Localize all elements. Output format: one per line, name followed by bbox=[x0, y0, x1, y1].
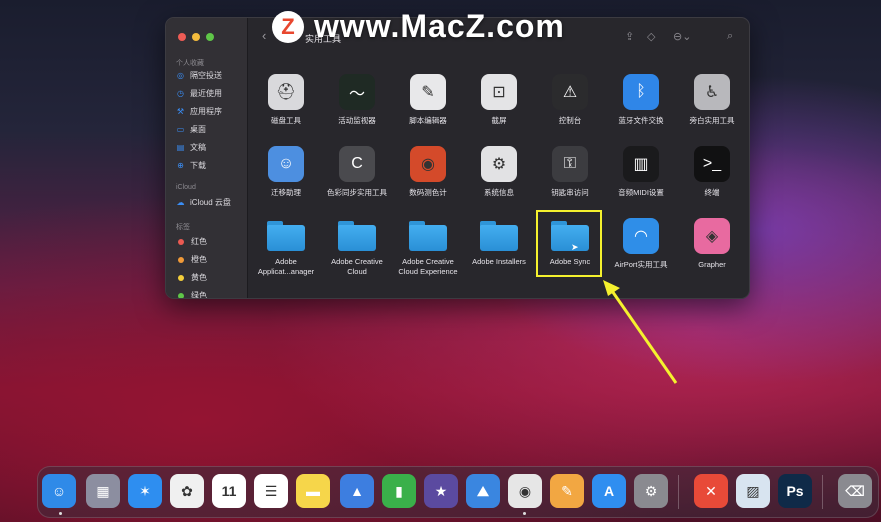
dock-pages-icon[interactable]: ✎ bbox=[550, 474, 584, 508]
annotation-arrow bbox=[603, 280, 678, 384]
dock-xmind-icon[interactable]: ✕ bbox=[694, 474, 728, 508]
dock-photoshop-icon[interactable]: Ps bbox=[778, 474, 812, 508]
dock-keynote-icon[interactable]: ▲ bbox=[340, 474, 374, 508]
dock-separator bbox=[678, 475, 679, 509]
dock-calendar-icon[interactable]: 11 bbox=[212, 474, 246, 508]
dock-altimeter-icon[interactable]: ⛰ bbox=[466, 474, 500, 508]
dock-separator bbox=[822, 475, 823, 509]
dock-imovie-icon[interactable]: ★ bbox=[424, 474, 458, 508]
dock-chrome-icon[interactable]: ◉ bbox=[508, 474, 542, 508]
dock-running-indicator bbox=[59, 512, 62, 515]
dock-numbers-icon[interactable]: ▮ bbox=[382, 474, 416, 508]
watermark: Z www.MacZ.com bbox=[272, 8, 565, 45]
dock-app-store-icon[interactable]: A bbox=[592, 474, 626, 508]
dock-safari-icon[interactable]: ✶ bbox=[128, 474, 162, 508]
macz-logo-icon: Z bbox=[272, 10, 304, 43]
dock-notes-icon[interactable]: ▬ bbox=[296, 474, 330, 508]
dock-reminders-icon[interactable]: ☰ bbox=[254, 474, 288, 508]
dock-system-preferences-icon[interactable]: ⚙ bbox=[634, 474, 668, 508]
dock-preview-icon[interactable]: ▨ bbox=[736, 474, 770, 508]
dock: ☺ ▦ ✶ ✿ 11 ☰ ▬ ▲ ▮ ★ ⛰ ◉ ✎ A ⚙ ✕ ▨ Ps ⌫ bbox=[37, 466, 879, 518]
watermark-text: www.MacZ.com bbox=[314, 8, 565, 44]
dock-launchpad-icon[interactable]: ▦ bbox=[86, 474, 120, 508]
dock-running-indicator bbox=[523, 512, 526, 515]
dock-trash-icon[interactable]: ⌫ bbox=[838, 474, 872, 508]
dock-finder-icon[interactable]: ☺ bbox=[42, 474, 76, 508]
dock-photos-icon[interactable]: ✿ bbox=[170, 474, 204, 508]
